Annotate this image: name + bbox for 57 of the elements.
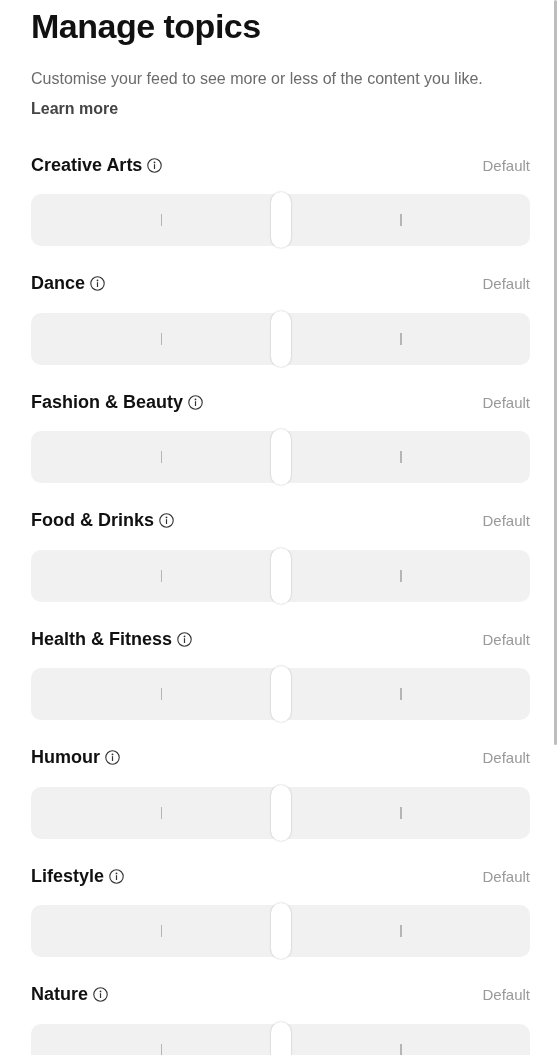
info-icon[interactable] <box>105 750 120 765</box>
topic-status: Default <box>482 630 530 648</box>
topic-name: Fashion & Beauty <box>31 391 184 413</box>
tick-mark <box>160 806 163 819</box>
slider-track[interactable] <box>31 905 530 957</box>
tick-mark <box>400 688 402 700</box>
slider-track[interactable] <box>31 431 530 483</box>
info-icon[interactable] <box>147 157 163 173</box>
slider-thumb[interactable] <box>270 666 291 722</box>
slider-thumb[interactable] <box>270 784 291 841</box>
tick-mark <box>400 332 402 345</box>
topic-name: Humour <box>31 747 100 768</box>
tick-mark <box>400 451 402 463</box>
info-icon[interactable] <box>109 868 125 884</box>
topic-status: Default <box>482 986 530 1003</box>
learn-more-link[interactable]: Learn more <box>31 100 119 117</box>
tick-mark <box>400 925 402 937</box>
slider-thumb[interactable] <box>270 310 291 367</box>
topic-name: Lifestyle <box>31 865 105 887</box>
info-icon[interactable] <box>159 513 174 528</box>
slider-thumb[interactable] <box>270 429 291 485</box>
topic-name: Health & Fitness <box>31 628 173 650</box>
tick-mark <box>400 569 402 582</box>
slider-thumb[interactable] <box>270 547 291 604</box>
slider-track[interactable] <box>31 786 530 839</box>
info-icon[interactable] <box>90 276 106 291</box>
slider-thumb[interactable] <box>270 903 291 959</box>
slider-track[interactable] <box>31 549 530 602</box>
topic-name: Creative Arts <box>31 154 143 176</box>
description: Customise your feed to see more or less of the content you like. Learn more <box>31 69 484 119</box>
topic-name: Dance <box>31 273 86 294</box>
slider-thumb[interactable] <box>270 192 291 248</box>
tick-mark <box>400 806 402 819</box>
slider-track[interactable] <box>31 312 530 365</box>
tick-mark <box>160 688 163 700</box>
topic-status: Default <box>482 156 530 174</box>
info-icon[interactable] <box>93 987 108 1002</box>
tick-mark <box>160 925 163 937</box>
topic-status: Default <box>482 275 530 292</box>
topic-status: Default <box>482 867 530 885</box>
topic-name: Nature <box>31 984 88 1005</box>
topic-name: Food & Drinks <box>31 510 154 531</box>
info-icon[interactable] <box>188 394 204 410</box>
topic-status: Default <box>482 393 530 411</box>
tick-mark <box>160 332 163 345</box>
tick-mark <box>160 569 163 582</box>
topic-status: Default <box>482 512 530 529</box>
tick-mark <box>160 451 163 463</box>
topic-status: Default <box>482 749 530 766</box>
tick-mark <box>400 214 402 226</box>
tick-mark <box>160 214 163 226</box>
info-icon[interactable] <box>177 631 193 647</box>
slider-track[interactable] <box>31 668 530 720</box>
tick-mark <box>400 1043 402 1055</box>
page-title: Manage topics <box>31 6 262 47</box>
slider-track[interactable] <box>31 194 530 246</box>
tick-mark <box>160 1043 163 1055</box>
